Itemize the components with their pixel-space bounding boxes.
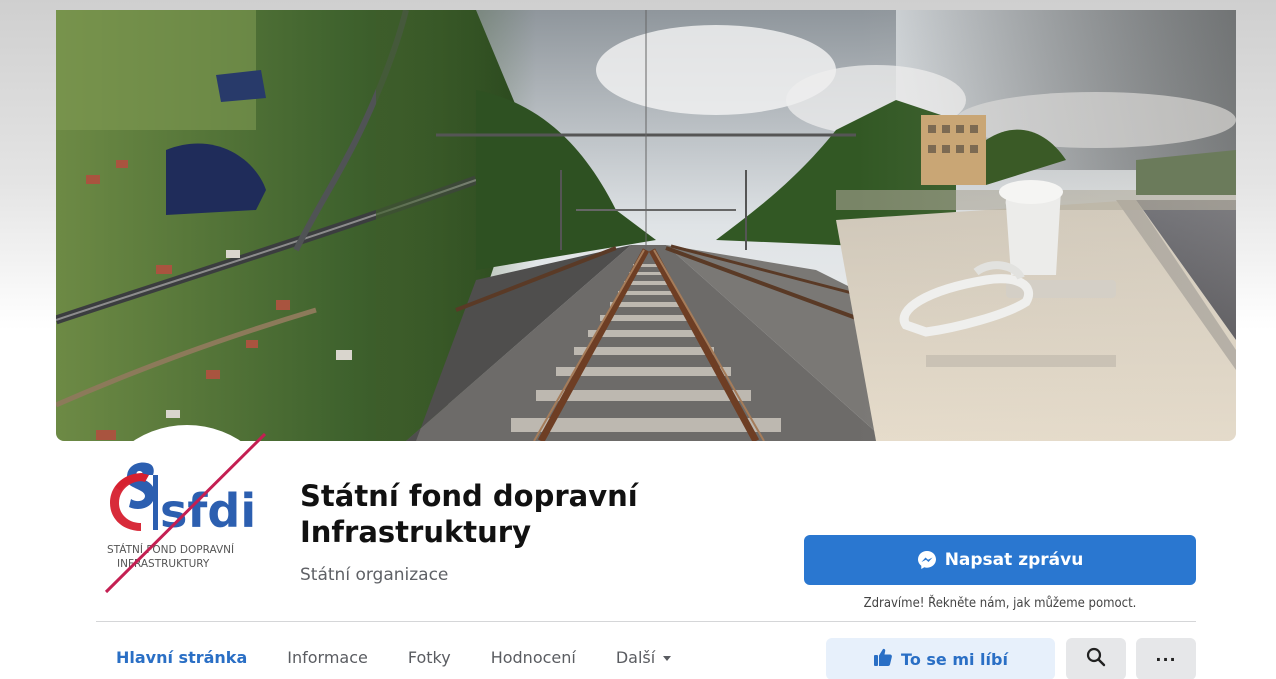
profile-picture[interactable]: sfdi STÁTNÍ FOND DOPRAVNÍ INFRASTRUKTURY xyxy=(95,425,279,595)
logo-line1: STÁTNÍ FOND DOPRAVNÍ xyxy=(107,543,234,556)
tab-about[interactable]: Informace xyxy=(287,648,368,667)
tab-home-label: Hlavní stránka xyxy=(116,648,248,667)
page-tabs: Hlavní stránka Informace Fotky Hodnocení… xyxy=(116,648,711,667)
tab-reviews-label: Hodnocení xyxy=(490,648,576,667)
more-options-button[interactable]: ··· xyxy=(1136,638,1196,679)
header-divider xyxy=(96,621,1196,622)
tab-photos[interactable]: Fotky xyxy=(408,648,451,667)
facebook-page-header: sfdi STÁTNÍ FOND DOPRAVNÍ INFRASTRUKTURY… xyxy=(0,0,1276,679)
like-page-button[interactable]: To se mi líbí xyxy=(826,638,1055,679)
tab-photos-label: Fotky xyxy=(407,648,451,667)
like-page-label: To se mi líbí xyxy=(901,649,1008,669)
messenger-icon xyxy=(917,550,937,570)
tab-more[interactable]: Další xyxy=(615,648,672,667)
page-category: Státní organizace xyxy=(300,565,449,585)
logo-wordmark: sfdi xyxy=(160,484,256,538)
tab-reviews[interactable]: Hodnocení xyxy=(491,648,576,667)
send-message-button[interactable]: Napsat zprávu xyxy=(804,535,1196,585)
cover-photo[interactable] xyxy=(56,10,1236,441)
tab-about-label: Informace xyxy=(287,648,368,667)
logo-line2: INFRASTRUKTURY xyxy=(117,558,210,570)
chevron-down-icon xyxy=(663,656,672,661)
cover-photo-image xyxy=(56,10,1236,441)
send-message-label: Napsat zprávu xyxy=(944,550,1084,570)
tab-more-label: Další xyxy=(615,648,656,667)
more-icon: ··· xyxy=(1155,649,1177,669)
search-icon xyxy=(1086,647,1106,671)
search-button[interactable] xyxy=(1066,638,1126,679)
tab-home[interactable]: Hlavní stránka xyxy=(116,648,247,667)
greeting-text: Zdravíme! Řekněte nám, jak můžeme pomoct… xyxy=(863,596,1137,611)
thumbs-up-icon xyxy=(873,647,893,671)
page-title: Státní fond dopravní Infrastruktury xyxy=(300,479,638,549)
sfdi-logo: sfdi STÁTNÍ FOND DOPRAVNÍ INFRASTRUKTURY xyxy=(107,462,256,570)
